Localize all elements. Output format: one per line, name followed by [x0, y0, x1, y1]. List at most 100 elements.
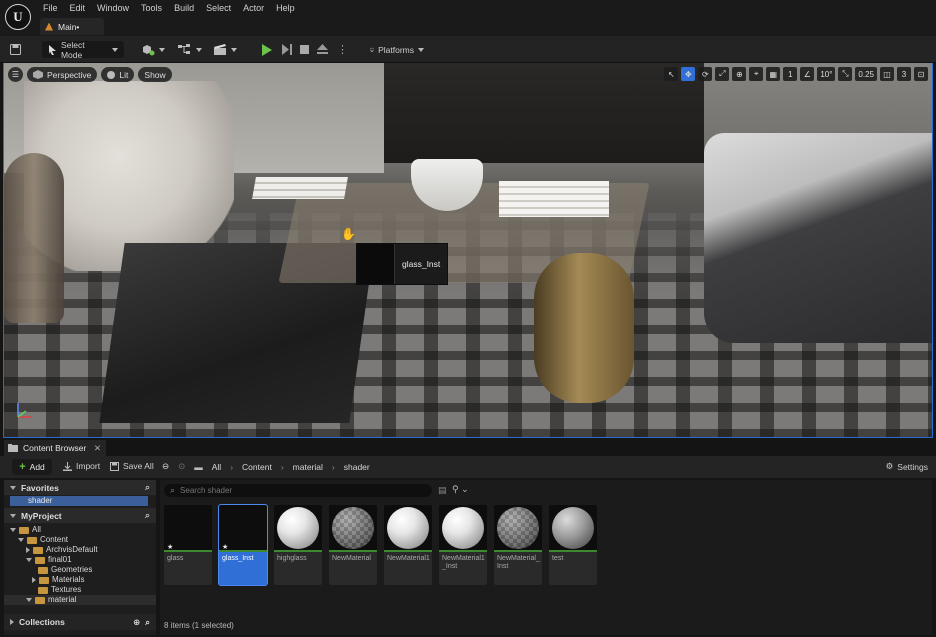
project-label: MyProject [21, 510, 62, 521]
content-browser-tab[interactable]: Content Browser ✕ [4, 440, 106, 456]
add-label: Add [29, 462, 45, 472]
breadcrumb-separator-icon: › [331, 461, 335, 472]
favorites-header[interactable]: Favorites ⌕ [4, 480, 156, 495]
close-icon[interactable]: ✕ [94, 443, 101, 454]
asset-search[interactable]: ⌕ [164, 484, 432, 497]
asset-tile[interactable]: highglass [274, 505, 322, 585]
favorite-folder-shader[interactable]: shader [10, 496, 148, 506]
tree-item-all[interactable]: All [4, 525, 156, 535]
level-tab-main[interactable]: Main• [40, 18, 104, 35]
back-icon[interactable]: ⊖ [162, 461, 169, 472]
breadcrumb-all[interactable]: All [212, 462, 221, 472]
tree-label: Geometries [51, 565, 93, 574]
scale-snap-icon[interactable]: ⤡ [838, 67, 853, 81]
surface-snap-icon[interactable]: ⌖ [749, 67, 764, 81]
menu-file[interactable]: File [40, 2, 67, 14]
unreal-logo-icon[interactable]: U [5, 4, 31, 30]
scene-brass-base [534, 253, 634, 403]
expand-arrow-icon [26, 598, 32, 602]
advance-frame-button[interactable] [282, 41, 293, 58]
collections-header[interactable]: Collections ⊕ ⌕ [4, 614, 156, 630]
search-icon: ⌕ [170, 485, 176, 495]
tree-item-content[interactable]: Content [4, 535, 156, 545]
save-search-icon[interactable]: ▤ [438, 485, 447, 496]
select-tool-icon[interactable]: ↖ [664, 67, 679, 81]
asset-tile[interactable]: test [549, 505, 597, 585]
menu-window[interactable]: Window [94, 2, 138, 14]
viewport-menu-icon[interactable]: ☰ [8, 67, 23, 82]
tree-label: Materials [52, 575, 85, 584]
tree-item-final01[interactable]: final01 [4, 555, 156, 565]
asset-tile[interactable]: ★ glass [164, 505, 212, 585]
breadcrumb-shader[interactable]: shader [344, 462, 370, 472]
collapse-arrow-icon [10, 485, 16, 490]
star-icon: ★ [222, 544, 229, 551]
asset-name: highglass [277, 555, 307, 562]
asset-tile[interactable]: ★ glass_Inst [218, 504, 268, 586]
blueprints-button[interactable] [178, 41, 202, 58]
rotation-snap-value[interactable]: 10° [817, 67, 836, 81]
asset-name: NewMaterial [332, 555, 371, 562]
rotation-snap-icon[interactable]: ∠ [800, 67, 815, 81]
menu-edit[interactable]: Edit [67, 2, 95, 14]
save-icon[interactable] [10, 41, 21, 58]
sources-panel: Favorites ⌕ shader MyProject ⌕ All Conte… [4, 480, 156, 635]
play-button[interactable] [262, 41, 272, 58]
perspective-button[interactable]: Perspective [27, 67, 98, 82]
tree-item-geometries[interactable]: Geometries [4, 565, 156, 575]
menu-build[interactable]: Build [171, 2, 203, 14]
platforms-dropdown[interactable]: Platforms [364, 41, 430, 58]
breadcrumb-material[interactable]: material [293, 462, 323, 472]
maximize-viewport-icon[interactable]: ⊡ [914, 67, 928, 81]
play-options-icon[interactable]: ⋮ [337, 41, 348, 58]
import-button[interactable]: Import [63, 461, 100, 471]
folder-icon: ▬ [194, 461, 203, 472]
asset-tile[interactable]: NewMaterial_Inst [494, 505, 542, 585]
menu-tools[interactable]: Tools [138, 2, 171, 14]
perspective-cube-icon [33, 70, 43, 79]
search-icon[interactable]: ⌕ [145, 482, 150, 493]
search-icon[interactable]: ⌕ [145, 510, 150, 521]
tree-item-archvisdefault[interactable]: ArchvisDefault [4, 545, 156, 555]
show-button[interactable]: Show [138, 67, 172, 82]
grid-snap-icon[interactable]: ▦ [766, 67, 781, 81]
world-space-icon[interactable]: ⊕ [732, 67, 747, 81]
stop-button[interactable] [300, 41, 309, 58]
tree-item-material[interactable]: material [4, 595, 156, 605]
forward-icon[interactable]: ⊙ [178, 461, 185, 472]
select-mode-dropdown[interactable]: Select Mode [42, 40, 124, 60]
settings-label: Settings [897, 461, 928, 472]
scale-tool-icon[interactable]: ⤢ [715, 67, 730, 81]
asset-tile[interactable]: NewMaterial [329, 505, 377, 585]
asset-thumbnail [329, 505, 377, 552]
translate-tool-icon[interactable]: ✥ [681, 67, 696, 81]
menu-actor[interactable]: Actor [240, 2, 273, 14]
lit-button[interactable]: Lit [101, 67, 135, 82]
asset-tile[interactable]: NewMaterial1 [384, 505, 432, 585]
grid-size-value[interactable]: 1 [783, 67, 798, 81]
save-all-button[interactable]: Save All [110, 461, 154, 471]
level-viewport[interactable]: ☰ Perspective Lit Show ↖ ✥ ⟳ ⤢ ⊕ ⌖ ▦ 1 ∠… [3, 63, 933, 438]
asset-tile[interactable]: NewMaterial1_Inst [439, 505, 487, 585]
chevron-down-icon [112, 47, 118, 52]
breadcrumb-content[interactable]: Content [242, 462, 272, 472]
add-collection-icon[interactable]: ⊕ [133, 617, 140, 628]
filter-icon[interactable]: ⚲ ⌄ [452, 484, 469, 495]
scale-snap-value[interactable]: 0.25 [855, 67, 877, 81]
settings-button[interactable]: ⚙ Settings [886, 461, 928, 472]
add-content-button[interactable] [142, 41, 165, 58]
tree-item-materials[interactable]: Materials [4, 575, 156, 585]
menu-help[interactable]: Help [273, 2, 304, 14]
tree-item-textures[interactable]: Textures [4, 585, 156, 595]
cinematics-button[interactable] [214, 41, 237, 58]
project-header[interactable]: MyProject ⌕ [4, 508, 156, 523]
camera-speed-value[interactable]: 3 [897, 67, 911, 81]
camera-speed-icon[interactable]: ◫ [880, 67, 894, 81]
material-sphere-icon [442, 506, 484, 549]
eject-button[interactable] [317, 41, 328, 58]
add-button[interactable]: + Add [12, 459, 52, 475]
rotate-tool-icon[interactable]: ⟳ [698, 67, 713, 81]
menu-select[interactable]: Select [203, 2, 240, 14]
search-input[interactable] [180, 486, 411, 495]
search-icon[interactable]: ⌕ [145, 617, 150, 628]
